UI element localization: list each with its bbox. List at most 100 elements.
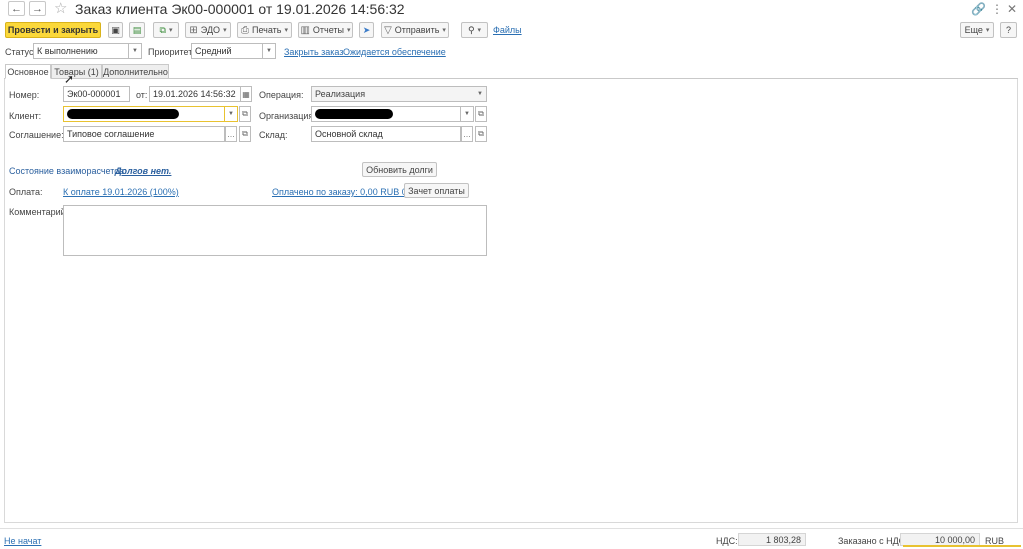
chevron-down-icon: ▼ — [477, 91, 483, 97]
client-open-button[interactable]: ⧉ — [239, 106, 251, 122]
forward-button[interactable]: → — [29, 1, 46, 16]
reports-label: Отчеты — [312, 25, 345, 35]
paperclip-icon: ⚲ — [467, 24, 475, 35]
more-button[interactable]: Еще ▾ — [960, 22, 994, 38]
chevron-down-icon: ▼ — [464, 111, 470, 117]
payment-label: Оплата: — [9, 187, 43, 197]
help-button[interactable]: ? — [1000, 22, 1017, 38]
vat-label: НДС: — [716, 536, 738, 546]
post-and-close-button[interactable]: Провести и закрыть — [5, 22, 101, 38]
agreement-label: Соглашение: — [9, 130, 64, 140]
close-icon[interactable]: ✕ — [1007, 2, 1017, 16]
settlement-status-link[interactable]: Долгов нет. — [115, 166, 171, 176]
number-field[interactable]: Эк00-000001 — [63, 86, 130, 102]
redacted-organization — [315, 109, 393, 119]
organization-label: Организация: — [259, 111, 316, 121]
redacted-client — [67, 109, 179, 119]
refresh-debts-button[interactable]: Обновить долги — [362, 162, 437, 177]
vat-amount: 1 803,28 — [738, 533, 806, 546]
chevron-down-icon: ▼ — [266, 48, 272, 54]
attachments-button[interactable]: ⚲ ▾ — [461, 22, 488, 38]
client-label: Клиент: — [9, 111, 42, 121]
comment-textarea[interactable] — [63, 205, 487, 256]
client-dropdown-button[interactable]: ▼ — [225, 106, 238, 122]
warehouse-label: Склад: — [259, 130, 288, 140]
tab-goods[interactable]: Товары (1) — [51, 64, 102, 79]
favorite-star-icon[interactable]: ☆ — [54, 0, 67, 17]
mouse-cursor-icon: ➚ — [64, 72, 75, 86]
link-icon[interactable]: 🔗 — [971, 2, 986, 16]
more-label: Еще — [964, 25, 983, 35]
organization-dropdown-button[interactable]: ▼ — [461, 106, 474, 122]
priority-dropdown-button[interactable]: ▼ — [263, 43, 276, 59]
agreement-select-button[interactable]: … — [225, 126, 237, 142]
date-from-label: от: — [136, 90, 148, 100]
send-button[interactable]: ▽ Отправить ▾ — [381, 22, 449, 38]
status-dropdown-button[interactable]: ▼ — [129, 43, 142, 59]
send-label: Отправить — [394, 25, 440, 35]
structure-button[interactable]: ➤ — [359, 22, 374, 38]
arrow-left-icon: ← — [11, 2, 22, 15]
settlement-label: Состояние взаиморасчетов: — [9, 166, 127, 176]
print-button[interactable]: ⎙ Печать ▾ — [237, 22, 292, 38]
status-select[interactable]: К выполнению — [33, 43, 129, 59]
organization-open-button[interactable]: ⧉ — [475, 106, 487, 122]
tab-content-frame — [4, 79, 1018, 523]
files-link[interactable]: Файлы — [493, 25, 522, 35]
arrow-right-icon: → — [32, 2, 43, 15]
not-started-link[interactable]: Не начат — [4, 536, 41, 546]
reports-button[interactable]: ▥ Отчеты ▾ — [298, 22, 353, 38]
organization-field[interactable] — [311, 106, 461, 122]
create-based-on-icon: ⧉ — [159, 24, 166, 35]
reports-icon: ▥ — [300, 24, 310, 36]
open-icon: ⧉ — [242, 129, 248, 138]
post-button[interactable]: ▤ — [129, 22, 145, 38]
more-vertical-icon[interactable]: ⋮ — [991, 2, 1003, 16]
date-field[interactable]: 19.01.2026 14:56:32 — [149, 86, 241, 102]
print-label: Печать — [252, 25, 282, 35]
ellipsis-icon: … — [463, 129, 471, 139]
page-title: Заказ клиента Эк00-000001 от 19.01.2026 … — [75, 1, 405, 17]
open-icon: ⧉ — [242, 109, 248, 118]
operation-dropdown-button[interactable]: ▼ — [474, 86, 487, 102]
comment-label: Комментарий: — [9, 207, 69, 217]
title-bar: ← → ☆ Заказ клиента Эк00-000001 от 19.01… — [0, 0, 1023, 18]
printer-icon: ⎙ — [241, 24, 249, 36]
tab-additional[interactable]: Дополнительно — [102, 64, 169, 79]
save-icon: ▣ — [111, 24, 120, 35]
save-button[interactable]: ▣ — [108, 22, 123, 38]
status-label: Статус: — [5, 47, 36, 57]
filter-send-icon: ▽ — [384, 24, 392, 36]
operation-label: Операция: — [259, 90, 304, 100]
warehouse-field[interactable]: Основной склад — [311, 126, 461, 142]
back-button[interactable]: ← — [8, 1, 25, 16]
open-icon: ⧉ — [478, 109, 484, 118]
ordered-with-vat-label: Заказано с НДС: — [838, 536, 908, 546]
priority-select[interactable]: Средний — [191, 43, 263, 59]
operation-select[interactable]: Реализация — [311, 86, 475, 102]
calendar-icon: ▦ — [242, 89, 250, 99]
edo-button[interactable]: ⊞ ЭДО ▾ — [185, 22, 231, 38]
priority-label: Приоритет: — [148, 47, 195, 57]
number-label: Номер: — [9, 90, 40, 100]
chevron-down-icon: ▼ — [228, 111, 234, 117]
offset-payment-button[interactable]: Зачет оплаты — [404, 183, 469, 198]
client-field[interactable] — [63, 106, 225, 122]
edo-icon: ⊞ — [189, 24, 198, 36]
warehouse-open-button[interactable]: ⧉ — [475, 126, 487, 142]
post-icon: ▤ — [132, 24, 142, 35]
agreement-field[interactable]: Типовое соглашение — [63, 126, 225, 142]
paid-amount-link[interactable]: Оплачено по заказу: 0,00 RUB 0% — [272, 187, 415, 197]
warehouse-select-button[interactable]: … — [461, 126, 473, 142]
awaiting-supply-link[interactable]: Ожидается обеспечение — [343, 47, 446, 57]
payment-schedule-link[interactable]: К оплате 19.01.2026 (100%) — [63, 187, 179, 197]
footer-highlight — [903, 545, 1021, 547]
footer-divider — [0, 528, 1023, 529]
tab-main[interactable]: Основное — [5, 64, 51, 79]
close-order-link[interactable]: Закрыть заказ — [284, 47, 343, 57]
calendar-button[interactable]: ▦ — [240, 86, 252, 102]
create-based-on-button[interactable]: ⧉ ▾ — [153, 22, 179, 38]
structure-icon: ➤ — [362, 24, 371, 35]
agreement-open-button[interactable]: ⧉ — [239, 126, 251, 142]
edo-label: ЭДО — [200, 25, 221, 35]
